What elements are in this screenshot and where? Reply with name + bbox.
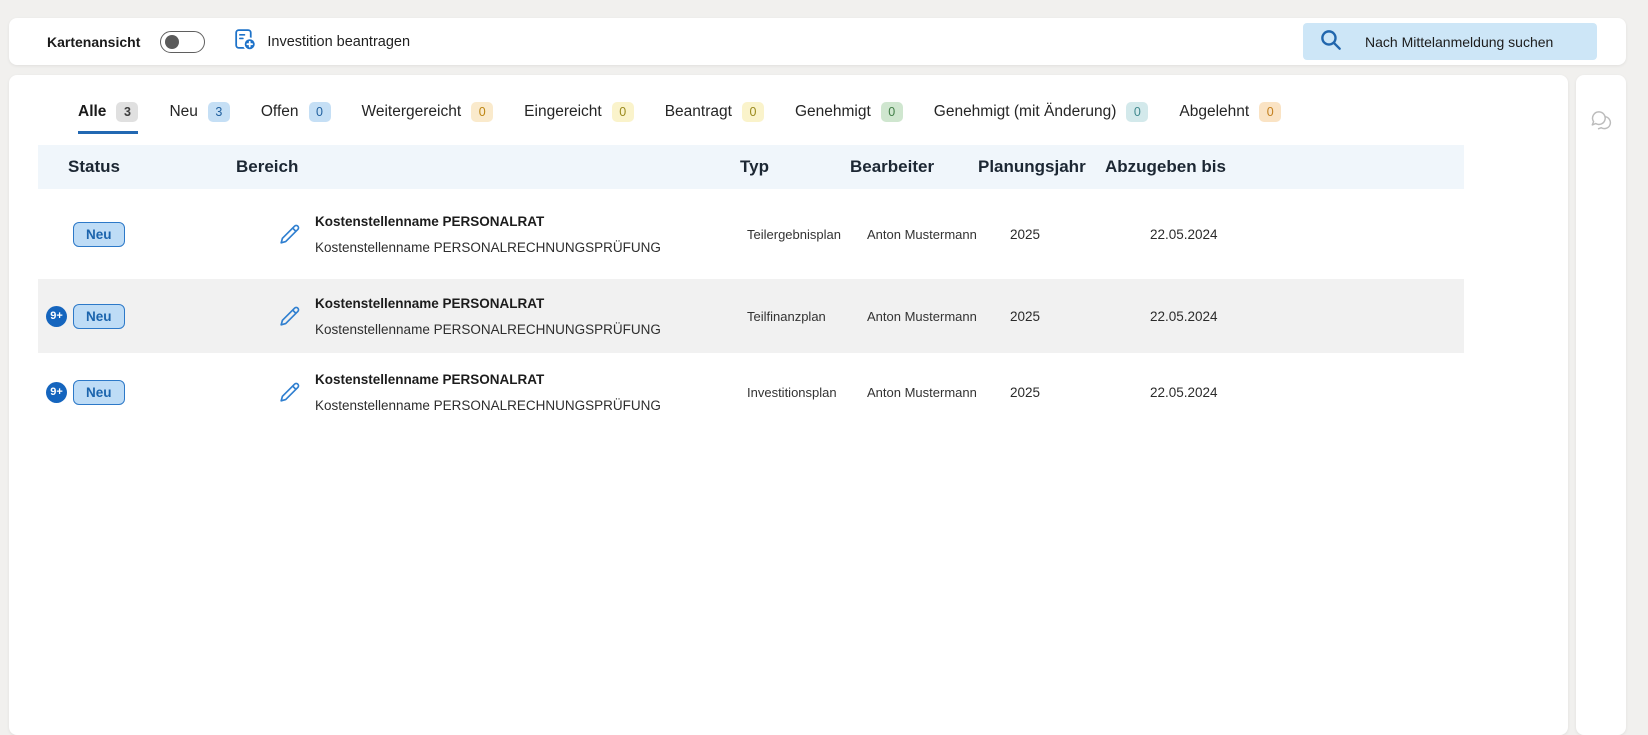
abzugeben-bis-cell: 22.05.2024 — [1105, 227, 1464, 242]
search-input[interactable]: Nach Mittelanmeldung suchen — [1303, 23, 1597, 60]
column-header-typ: Typ — [740, 157, 850, 177]
bereich-cell: Kostenstellenname PERSONALRAT Kostenstel… — [236, 372, 740, 413]
tab-label: Beantragt — [665, 103, 732, 121]
bereich-title: Kostenstellenname PERSONALRAT — [315, 372, 661, 387]
bereich-cell: Kostenstellenname PERSONALRAT Kostenstel… — [236, 296, 740, 337]
tab-eingereicht[interactable]: Eingereicht 0 — [524, 102, 634, 134]
table-row[interactable]: 9+ Neu Kostenstellenname PERSONALRAT Kos… — [38, 353, 1464, 431]
side-rail — [1576, 75, 1626, 735]
table-row[interactable]: Neu Kostenstellenname PERSONALRAT Kosten… — [38, 189, 1464, 279]
column-header-bereich: Bereich — [236, 157, 740, 177]
tab-count-badge: 0 — [1126, 102, 1148, 122]
bereich-text: Kostenstellenname PERSONALRAT Kostenstel… — [315, 372, 661, 413]
tab-offen[interactable]: Offen 0 — [261, 102, 331, 134]
status-tabs: Alle 3 Neu 3 Offen 0 Weitergereicht 0 Ei… — [78, 102, 1539, 134]
status-cell: 9+ Neu — [38, 304, 236, 329]
abzugeben-bis-cell: 22.05.2024 — [1105, 309, 1464, 324]
tab-genehmigt-mit-aenderung[interactable]: Genehmigt (mit Änderung) 0 — [934, 102, 1149, 134]
status-badge: Neu — [73, 222, 125, 247]
top-toolbar: Kartenansicht Investition beantragen Nac… — [9, 18, 1626, 65]
bereich-subtitle: Kostenstellenname PERSONALRECHNUNGSPRÜFU… — [315, 398, 661, 413]
card-view-toggle[interactable] — [160, 31, 205, 53]
chat-bubbles-icon[interactable] — [1588, 107, 1615, 134]
search-icon — [1318, 27, 1343, 57]
toggle-knob — [165, 35, 179, 49]
tab-label: Alle — [78, 103, 106, 121]
tab-count-badge: 3 — [116, 102, 138, 122]
tab-count-badge: 0 — [1259, 102, 1281, 122]
status-badge: Neu — [73, 380, 125, 405]
bereich-title: Kostenstellenname PERSONALRAT — [315, 214, 661, 229]
table-header-row: Status Bereich Typ Bearbeiter Planungsja… — [38, 145, 1464, 189]
table-row[interactable]: 9+ Neu Kostenstellenname PERSONALRAT Kos… — [38, 279, 1464, 353]
notification-count-badge: 9+ — [46, 382, 67, 403]
tab-label: Weitergereicht — [362, 103, 462, 121]
edit-pencil-icon[interactable] — [276, 303, 303, 330]
tab-count-badge: 0 — [612, 102, 634, 122]
planungsjahr-cell: 2025 — [978, 385, 1105, 400]
mittelanmeldung-table: Status Bereich Typ Bearbeiter Planungsja… — [38, 145, 1464, 431]
tab-label: Genehmigt — [795, 103, 871, 121]
request-investment-label: Investition beantragen — [267, 34, 410, 50]
investment-add-icon — [232, 27, 257, 57]
status-cell: Neu — [38, 222, 236, 247]
tab-neu[interactable]: Neu 3 — [169, 102, 229, 134]
column-header-bearbeiter: Bearbeiter — [850, 157, 978, 177]
tab-count-badge: 0 — [742, 102, 764, 122]
tab-label: Eingereicht — [524, 103, 602, 121]
request-investment-button[interactable]: Investition beantragen — [232, 27, 410, 57]
tab-count-badge: 3 — [208, 102, 230, 122]
bereich-title: Kostenstellenname PERSONALRAT — [315, 296, 661, 311]
column-header-abzugeben-bis: Abzugeben bis — [1105, 157, 1464, 177]
status-cell: 9+ Neu — [38, 380, 236, 405]
tab-count-badge: 0 — [471, 102, 493, 122]
mittelanmeldung-list-panel: Alle 3 Neu 3 Offen 0 Weitergereicht 0 Ei… — [9, 75, 1568, 735]
typ-cell: Teilergebnisplan — [740, 227, 850, 242]
bearbeiter-cell: Anton Mustermann — [850, 385, 978, 400]
bereich-text: Kostenstellenname PERSONALRAT Kostenstel… — [315, 296, 661, 337]
tab-alle[interactable]: Alle 3 — [78, 102, 138, 134]
edit-pencil-icon[interactable] — [276, 221, 303, 248]
bearbeiter-cell: Anton Mustermann — [850, 309, 978, 324]
status-badge: Neu — [73, 304, 125, 329]
tab-label: Offen — [261, 103, 299, 121]
tab-count-badge: 0 — [881, 102, 903, 122]
bereich-subtitle: Kostenstellenname PERSONALRECHNUNGSPRÜFU… — [315, 240, 661, 255]
typ-cell: Teilfinanzplan — [740, 309, 850, 324]
abzugeben-bis-cell: 22.05.2024 — [1105, 385, 1464, 400]
tab-count-badge: 0 — [309, 102, 331, 122]
tab-label: Neu — [169, 103, 197, 121]
planungsjahr-cell: 2025 — [978, 227, 1105, 242]
bereich-cell: Kostenstellenname PERSONALRAT Kostenstel… — [236, 214, 740, 255]
tab-label: Genehmigt (mit Änderung) — [934, 103, 1117, 121]
bearbeiter-cell: Anton Mustermann — [850, 227, 978, 242]
bereich-text: Kostenstellenname PERSONALRAT Kostenstel… — [315, 214, 661, 255]
card-view-label: Kartenansicht — [47, 34, 140, 50]
tab-weitergereicht[interactable]: Weitergereicht 0 — [362, 102, 494, 134]
tab-beantragt[interactable]: Beantragt 0 — [665, 102, 764, 134]
edit-pencil-icon[interactable] — [276, 379, 303, 406]
search-placeholder-text: Nach Mittelanmeldung suchen — [1365, 34, 1553, 50]
notification-count-badge: 9+ — [46, 306, 67, 327]
tab-label: Abgelehnt — [1179, 103, 1249, 121]
planungsjahr-cell: 2025 — [978, 309, 1105, 324]
typ-cell: Investitionsplan — [740, 385, 850, 400]
column-header-planungsjahr: Planungsjahr — [978, 157, 1105, 177]
tab-genehmigt[interactable]: Genehmigt 0 — [795, 102, 903, 134]
tab-abgelehnt[interactable]: Abgelehnt 0 — [1179, 102, 1281, 134]
column-header-status: Status — [38, 157, 236, 177]
bereich-subtitle: Kostenstellenname PERSONALRECHNUNGSPRÜFU… — [315, 322, 661, 337]
